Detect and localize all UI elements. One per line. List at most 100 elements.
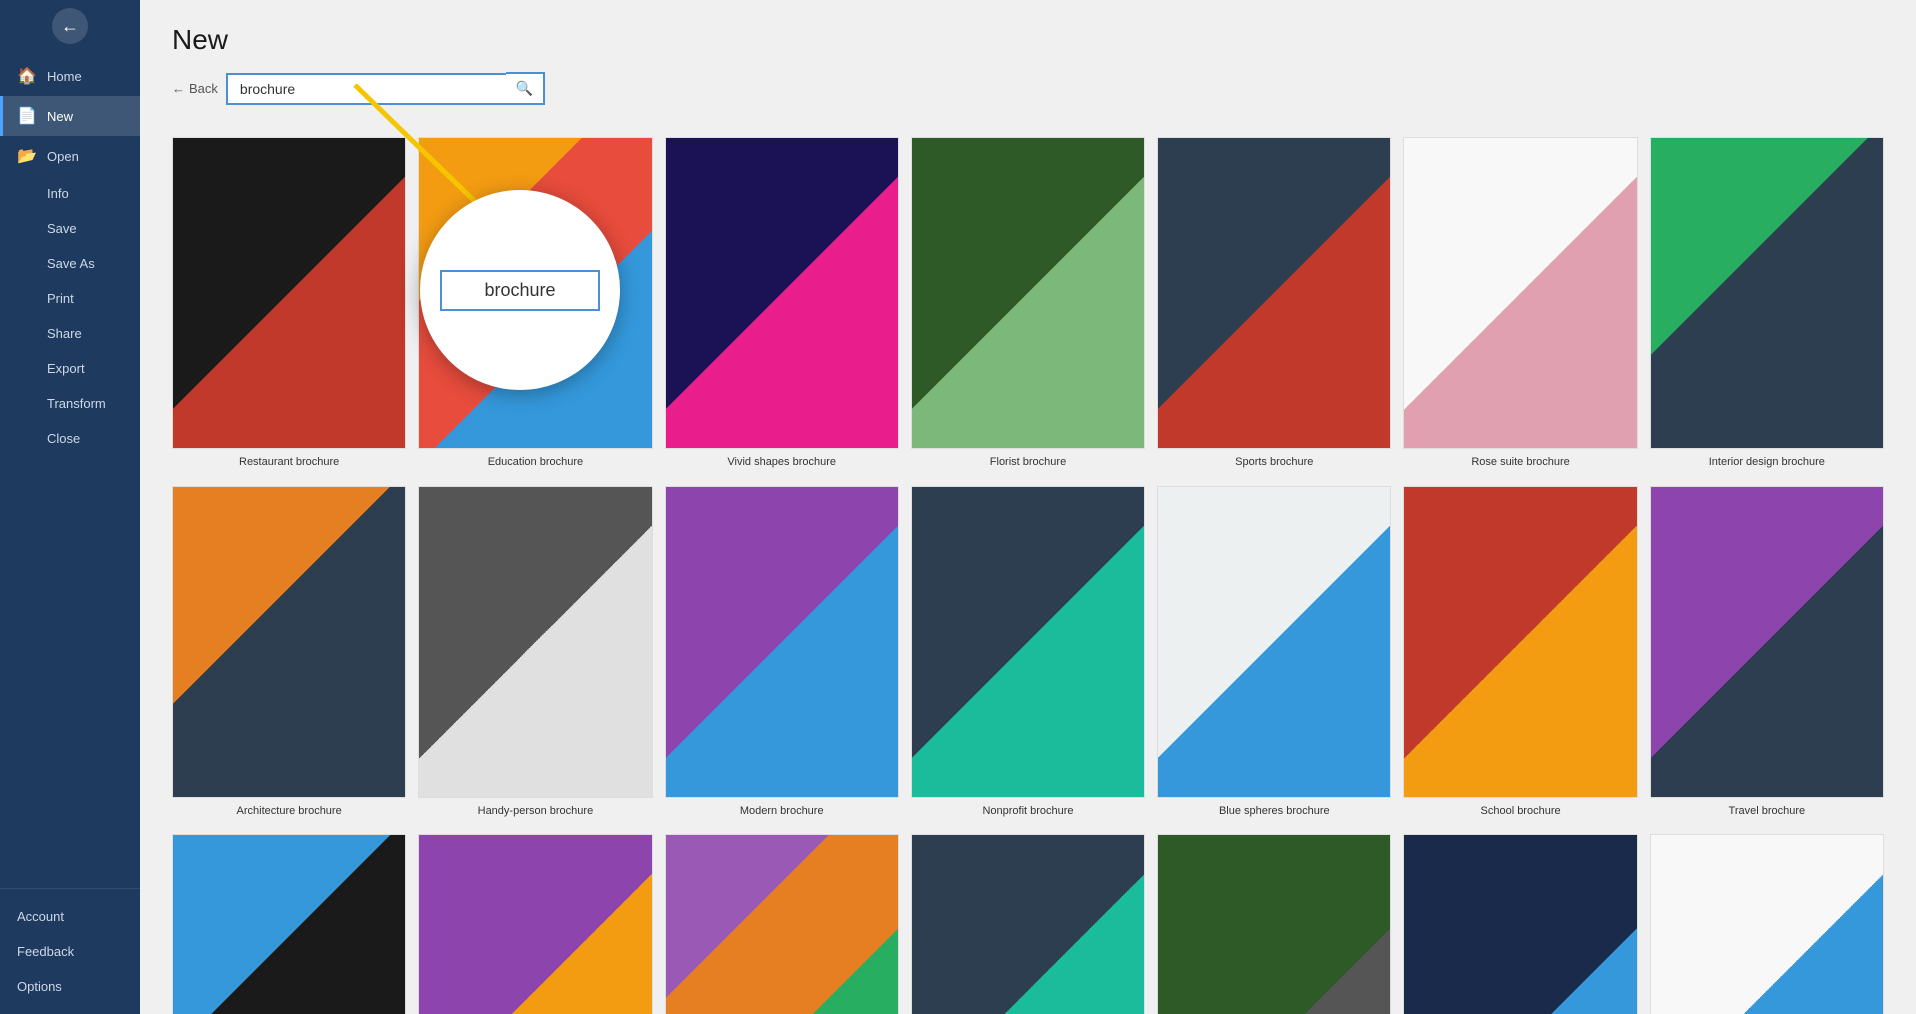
sidebar-item-label: Save [47,221,77,236]
home-icon: 🏠 [17,66,37,86]
template-item-floral-booklet[interactable]: Floral booklet [665,834,899,1014]
sidebar-item-label: New [47,109,73,124]
sidebar-item-label: Close [47,431,80,446]
template-label-handy-person-brochure: Handy-person brochure [478,804,594,818]
template-thumb-modern-brochure [665,486,899,798]
open-icon: 📂 [17,146,37,166]
sidebar-item-feedback[interactable]: Feedback [0,934,140,969]
template-item-rose-suite-brochure[interactable]: Rose suite brochure [1403,137,1637,470]
template-label-travel-brochure: Travel brochure [1729,804,1806,818]
template-label-school-brochure: School brochure [1481,804,1561,818]
sidebar-item-print[interactable]: Print [0,281,140,316]
sidebar-item-label: Info [47,186,69,201]
template-item-architecture-brochure[interactable]: Architecture brochure [172,486,406,819]
back-arrow-icon: ← [172,81,185,96]
sidebar-item-label: Print [47,291,74,306]
template-item-education-brochure[interactable]: Education brochure [418,137,652,470]
sidebar-item-save[interactable]: Save [0,211,140,246]
back-label: Back [189,81,218,96]
search-button[interactable]: 🔍 [506,72,545,105]
back-arrow-icon: ← [61,16,79,37]
template-label-interior-design-brochure: Interior design brochure [1709,455,1825,469]
sidebar-nav: 🏠 Home 📄 New 📂 Open Info Save Save As Pr… [0,48,140,888]
page-title: New [172,24,1884,56]
template-item-interior-design-brochure[interactable]: Interior design brochure [1650,137,1884,470]
template-item-florist-brochure[interactable]: Florist brochure [911,137,1145,470]
sidebar-item-home[interactable]: 🏠 Home [0,56,140,96]
sidebar-item-label: Open [47,149,79,164]
sidebar: ← 🏠 Home 📄 New 📂 Open Info Save Save As [0,0,140,1014]
template-thumb-vivid-shapes [665,137,899,449]
template-item-sports-brochure[interactable]: Sports brochure [1157,137,1391,470]
sidebar-item-info[interactable]: Info [0,176,140,211]
template-label-blue-spheres-brochure: Blue spheres brochure [1219,804,1330,818]
sidebar-item-transform[interactable]: Transform [0,386,140,421]
template-item-school-brochure[interactable]: School brochure [1403,486,1637,819]
template-thumb-rose-suite-brochure [1403,137,1637,449]
search-input-wrap: 🔍 [226,72,545,105]
template-item-modern-brochure[interactable]: Modern brochure [665,486,899,819]
template-thumb-architecture-brochure [172,486,406,798]
template-thumb-blue-spheres-brochure [1157,486,1391,798]
sidebar-item-options[interactable]: Options [0,969,140,1004]
template-thumb-modern-logo-booklet [1403,834,1637,1014]
template-label-modern-brochure: Modern brochure [740,804,824,818]
feedback-label: Feedback [17,944,74,959]
template-item-tech-booklet[interactable]: Tech booklet [911,834,1145,1014]
sidebar-item-label: Home [47,69,82,84]
template-item-blue-spheres-brochure[interactable]: Blue spheres brochure [1157,486,1391,819]
template-thumb-tech-booklet [911,834,1145,1014]
template-thumb-education-brochure [418,137,652,449]
template-thumb-florist-brochure [911,137,1145,449]
sidebar-bottom: Account Feedback Options [0,888,140,1014]
sidebar-item-open[interactable]: 📂 Open [0,136,140,176]
sidebar-item-saveas[interactable]: Save As [0,246,140,281]
template-item-green-floral-booklet[interactable]: Green floral booklet [1157,834,1391,1014]
account-label: Account [17,909,64,924]
template-label-sports-brochure: Sports brochure [1235,455,1313,469]
template-label-restaurant-brochure: Restaurant brochure [239,455,339,469]
sidebar-item-label: Share [47,326,82,341]
template-item-handy-person-brochure[interactable]: Handy-person brochure [418,486,652,819]
options-label: Options [17,979,62,994]
template-thumb-handy-person-brochure [418,486,652,798]
search-input[interactable] [226,73,506,105]
template-thumb-green-floral-booklet [1157,834,1391,1014]
sidebar-item-share[interactable]: Share [0,316,140,351]
template-item-nonprofit-brochure[interactable]: Nonprofit brochure [911,486,1145,819]
template-label-vivid-shapes: Vivid shapes brochure [727,455,836,469]
search-icon: 🔍 [516,80,533,96]
sidebar-item-new[interactable]: 📄 New [0,96,140,136]
template-label-education-brochure: Education brochure [488,455,583,469]
template-thumb-travel-brochure [1650,486,1884,798]
sidebar-item-account[interactable]: Account [0,899,140,934]
page-header: New ← Back 🔍 [140,0,1916,121]
template-thumb-interior-design-brochure [1650,137,1884,449]
sidebar-item-label: Export [47,361,85,376]
sidebar-back-button[interactable]: ← [52,8,88,44]
template-item-travel-brochure[interactable]: Travel brochure [1650,486,1884,819]
template-label-florist-brochure: Florist brochure [990,455,1066,469]
main-content: New ← Back 🔍 Restaurant brochure Educatio… [140,0,1916,1014]
sidebar-item-export[interactable]: Export [0,351,140,386]
search-back-button[interactable]: ← Back [172,81,218,96]
template-item-restaurant-brochure[interactable]: Restaurant brochure [172,137,406,470]
template-thumb-financial-business-brochure [1650,834,1884,1014]
template-item-modern-logo-booklet[interactable]: Modern logo booklet [1403,834,1637,1014]
templates-grid-area: Restaurant brochure Education brochure Viv… [140,121,1916,1014]
template-thumb-travel-booklet [418,834,652,1014]
template-thumb-school-brochure [1403,486,1637,798]
template-label-nonprofit-brochure: Nonprofit brochure [982,804,1073,818]
template-thumb-nonprofit-brochure [911,486,1145,798]
sidebar-item-close[interactable]: Close [0,421,140,456]
new-icon: 📄 [17,106,37,126]
templates-grid: Restaurant brochure Education brochure Viv… [172,137,1884,1014]
template-thumb-restaurant-brochure [172,137,406,449]
template-thumb-builder-brochure [172,834,406,1014]
sidebar-item-label: Transform [47,396,106,411]
sidebar-item-label: Save As [47,256,95,271]
template-item-financial-business-brochure[interactable]: Financial business brochure (... [1650,834,1884,1014]
template-item-builder-brochure[interactable]: Builder brochure [172,834,406,1014]
template-item-travel-booklet[interactable]: Travel booklet [418,834,652,1014]
template-item-vivid-shapes[interactable]: Vivid shapes brochure [665,137,899,470]
